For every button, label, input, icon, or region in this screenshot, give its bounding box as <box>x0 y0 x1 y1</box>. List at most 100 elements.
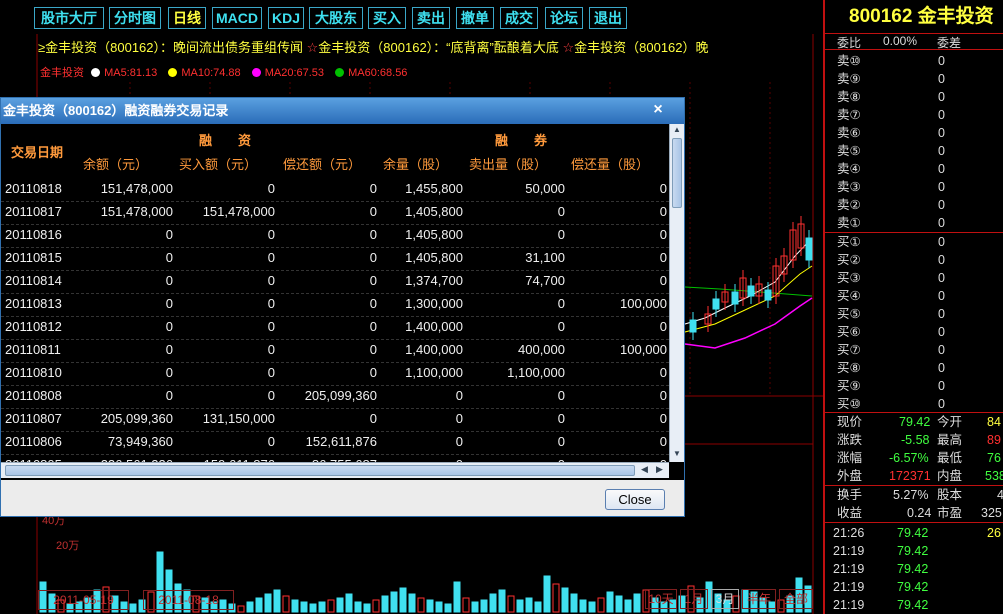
cell-value: 0 <box>659 273 667 288</box>
period-half-year-button[interactable]: 半年 <box>742 589 776 609</box>
table-row[interactable]: 20110817 151,478,000 151,478,000 0 1,405,800… <box>1 202 669 225</box>
cell-value: 0 <box>455 411 463 426</box>
major-shareholder-button[interactable]: 大股东 <box>309 7 363 29</box>
cell-value: 100,000 <box>620 342 667 357</box>
stat-high-label: 最高 <box>937 433 963 447</box>
stock-hall-button[interactable]: 股市大厅 <box>34 7 104 29</box>
volume-bar <box>372 599 380 613</box>
end-date-field[interactable]: 2011-08-18 <box>143 590 234 610</box>
cell-value: 1,405,800 <box>405 250 463 265</box>
vertical-scrollbar[interactable]: ▲ ▼ <box>669 124 684 462</box>
tick-time: 21:26 <box>833 526 865 540</box>
ma-stock-name: 金丰投资 <box>40 67 84 79</box>
buy-level-label: 买⑨ <box>837 379 861 393</box>
cell-value: 0 <box>557 204 565 219</box>
period-3-months-button[interactable]: 3月 <box>711 589 739 609</box>
buy-level-volume: 0 <box>938 271 945 285</box>
table-row[interactable]: 20110806 73,949,360 0 152,611,876 0 0 0 <box>1 432 669 455</box>
stat-open-label: 今开 <box>937 415 963 429</box>
volume-bar <box>633 593 641 613</box>
close-icon[interactable]: × <box>650 102 666 118</box>
cell-value: 0 <box>369 296 377 311</box>
buy-level-volume: 0 <box>938 289 945 303</box>
table-row[interactable]: 20110818 151,478,000 0 0 1,455,800 50,000 0 <box>1 179 669 202</box>
macd-button[interactable]: MACD <box>212 7 262 29</box>
ticker-item-2[interactable]: 金丰投资（800162）：“底背离”酝酿着大底 <box>318 40 559 55</box>
tick-time: 21:19 <box>833 598 865 612</box>
news-ticker[interactable]: ≥金丰投资（800162）：晚间流出债务重组传闻 ☆金丰投资（800162）：“… <box>38 38 818 58</box>
table-row[interactable]: 20110815 0 0 0 1,405,800 31,100 0 <box>1 248 669 271</box>
volume-bar <box>471 601 479 613</box>
candle <box>712 298 720 310</box>
table-row[interactable]: 20110811 0 0 0 1,400,000 400,000 100,000 <box>1 340 669 363</box>
cancel-order-button[interactable]: 撤单 <box>456 7 494 29</box>
stat-low-label: 最低 <box>937 451 963 465</box>
stat-outer-value: 172371 <box>889 469 931 483</box>
volume-bar <box>273 589 281 613</box>
sell-level-label: 卖① <box>837 216 861 230</box>
deal-button[interactable]: 成交 <box>500 7 538 29</box>
volume-bar <box>327 599 335 613</box>
dialog-title-bar[interactable]: 金丰投资（800162）融资融券交易记录 × <box>1 98 684 124</box>
buy-level-volume: 0 <box>938 361 945 375</box>
volume-bar <box>597 597 605 613</box>
stat-change-pct-value: -6.57% <box>889 451 929 465</box>
forum-button[interactable]: 论坛 <box>545 7 583 29</box>
kdj-button[interactable]: KDJ <box>268 7 304 29</box>
ticker-item-3[interactable]: 金丰投资（800162）晚 <box>574 40 708 55</box>
scroll-left-icon[interactable]: ◀ <box>641 464 648 475</box>
cell-value: 0 <box>165 319 173 334</box>
period-all-button[interactable]: 全部 <box>779 589 813 609</box>
start-date-field[interactable]: 2011-05-19 <box>38 590 129 610</box>
table-row[interactable]: 20110810 0 0 0 1,100,000 1,100,000 0 <box>1 363 669 386</box>
table-row[interactable]: 20110807 205,099,360 131,150,000 0 0 0 0 <box>1 409 669 432</box>
sell-level-volume: 0 <box>938 54 945 68</box>
close-button[interactable]: Close <box>605 489 665 510</box>
daily-kline-button[interactable]: 日线 <box>168 7 206 29</box>
sell-button[interactable]: 卖出 <box>412 7 450 29</box>
cell-value: 1,400,000 <box>405 342 463 357</box>
sell-level-label: 卖④ <box>837 162 861 176</box>
cell-value: 1,405,800 <box>405 204 463 219</box>
volume-bar <box>516 599 524 613</box>
volume-bar <box>309 603 317 613</box>
col-header-remaining: 余量（股） <box>383 157 449 172</box>
exit-button[interactable]: 退出 <box>589 7 627 29</box>
records-table: 交易日期 融 资 融 券 余额（元） 买入额（元） 偿还额（元） 余量（股） 卖… <box>1 124 669 463</box>
ticker-item-1[interactable]: ≥金丰投资（800162）：晚间流出债务重组传闻 <box>38 40 303 55</box>
cell-value: 0 <box>369 181 377 196</box>
volume-bar <box>588 601 596 613</box>
scroll-up-icon[interactable]: ▲ <box>672 125 682 137</box>
cell-value: 0 <box>659 434 667 449</box>
cell-value: 151,478,000 <box>202 204 275 219</box>
sell-level-volume: 0 <box>938 144 945 158</box>
scroll-right-icon[interactable]: ▶ <box>656 464 663 475</box>
table-row[interactable]: 20110808 0 0 205,099,360 0 0 0 <box>1 386 669 409</box>
table-row[interactable]: 20110814 0 0 0 1,374,700 74,700 0 <box>1 271 669 294</box>
buy-button[interactable]: 买入 <box>368 7 406 29</box>
table-row[interactable]: 20110816 0 0 0 1,405,800 0 0 <box>1 225 669 248</box>
intraday-chart-button[interactable]: 分时图 <box>109 7 161 29</box>
sell-level-volume: 0 <box>938 108 945 122</box>
period-1-month-button[interactable]: 1月 <box>680 589 708 609</box>
horizontal-scrollbar[interactable]: ◀ ▶ <box>1 462 669 478</box>
scroll-down-icon[interactable]: ▼ <box>672 449 682 461</box>
order-ratio-value: 0.00% <box>883 34 918 48</box>
table-row[interactable]: 20110813 0 0 0 1,300,000 0 100,000 <box>1 294 669 317</box>
order-diff-label: 委差 <box>937 36 962 50</box>
tick-price: 79.42 <box>897 598 929 612</box>
sell-level-volume: 0 <box>938 216 945 230</box>
cell-value: 0 <box>557 411 565 426</box>
cell-date: 20110806 <box>5 434 62 449</box>
scroll-thumb[interactable] <box>5 465 635 476</box>
buy-level-label: 买③ <box>837 271 861 285</box>
table-row[interactable]: 20110812 0 0 0 1,400,000 0 0 <box>1 317 669 340</box>
volume-bar <box>534 601 542 613</box>
volume-bar <box>435 601 443 613</box>
period-10-days-button[interactable]: 10天 <box>645 589 677 609</box>
cell-value: 151,478,000 <box>100 181 173 196</box>
ma10-legend: MA10:74.88 <box>168 67 244 79</box>
scroll-thumb[interactable] <box>672 138 682 208</box>
volume-bar <box>246 601 254 613</box>
ma10-line <box>684 265 813 333</box>
